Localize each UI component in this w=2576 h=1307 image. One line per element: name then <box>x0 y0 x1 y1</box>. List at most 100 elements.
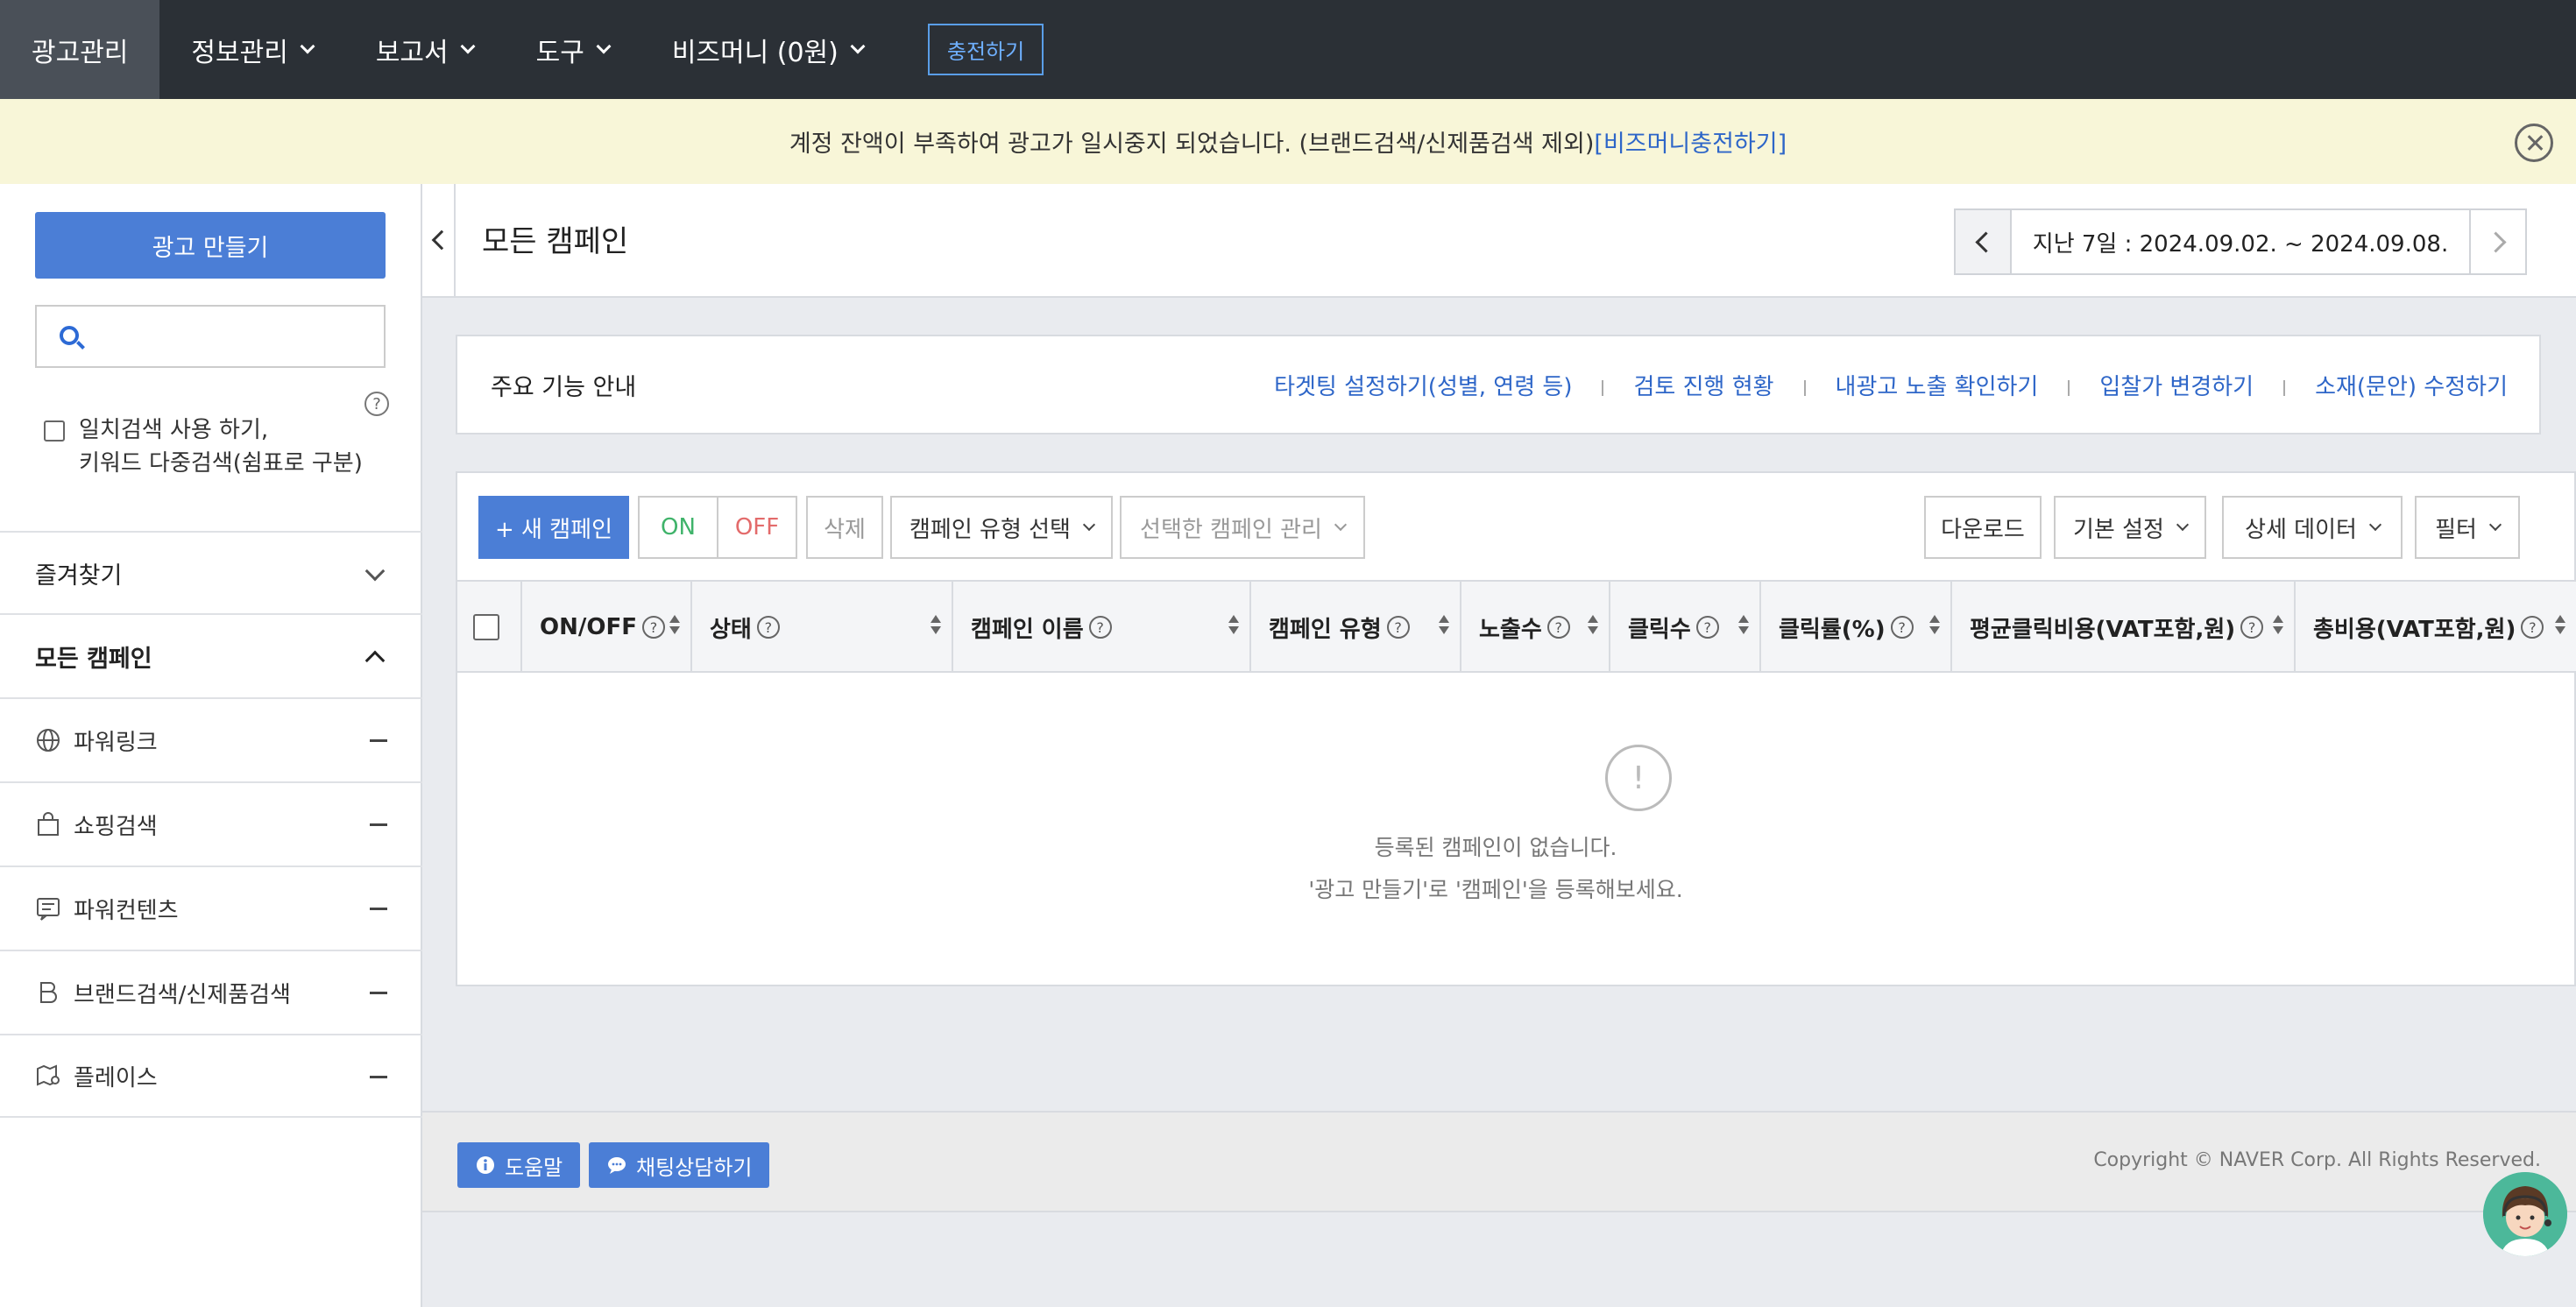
collapse-icon[interactable] <box>370 823 387 826</box>
guide-link-targeting[interactable]: 타겟팅 설정하기(성별, 연령 등) <box>1274 369 1572 401</box>
content-icon <box>37 898 60 921</box>
new-campaign-button[interactable]: + 새 캠페인 <box>478 496 629 559</box>
sort-icon[interactable] <box>1588 615 1598 638</box>
sidebar-item-shopping[interactable]: 쇼핑검색 <box>0 781 422 865</box>
sidebar-item-label: 파워링크 <box>74 729 158 756</box>
nav-reports[interactable]: 보고서 <box>344 0 505 99</box>
guide-link-ad-exposure[interactable]: 내광고 노출 확인하기 <box>1836 369 2039 401</box>
chevron-down-icon <box>596 39 612 53</box>
column-clicks[interactable]: 클릭수? <box>1610 582 1761 673</box>
chatbot-avatar-icon[interactable] <box>2483 1172 2567 1256</box>
on-button[interactable]: ON <box>638 496 718 559</box>
separator <box>2283 380 2286 396</box>
help-icon[interactable]: ? <box>1546 616 1570 639</box>
chevron-down-icon <box>1334 518 1348 532</box>
sidebar-item-place[interactable]: 플레이스 <box>0 1034 422 1118</box>
create-ad-button[interactable]: 광고 만들기 <box>35 212 386 279</box>
map-icon <box>37 1064 60 1086</box>
nav-label: 비즈머니 (0원) <box>671 37 839 68</box>
empty-state: ! 등록된 캠페인이 없습니다. '광고 만들기'로 '캠페인'을 등록해보세요… <box>457 673 2576 986</box>
page-title: 모든 캠페인 <box>482 224 629 259</box>
manage-selected-select[interactable]: 선택한 캠페인 관리 <box>1120 496 1365 559</box>
help-icon[interactable]: ? <box>2240 616 2264 639</box>
collapse-icon[interactable] <box>370 908 387 910</box>
sidebar-toggle[interactable] <box>422 184 456 298</box>
help-icon[interactable]: ? <box>2521 616 2544 639</box>
guide-link-bid-change[interactable]: 입찰가 변경하기 <box>2099 369 2254 401</box>
bizmoney-charge-link[interactable]: [비즈머니충전하기] <box>1594 124 1787 159</box>
column-onoff[interactable]: ON/OFF? <box>522 582 692 673</box>
nav-info-management[interactable]: 정보관리 <box>159 0 343 99</box>
column-impressions[interactable]: 노출수? <box>1461 582 1610 673</box>
select-all-checkbox[interactable] <box>473 614 499 640</box>
exact-search-option: 일치검색 사용 하기, 키워드 다중검색(쉼표로 구분) <box>44 417 363 480</box>
sidebar-all-campaigns[interactable]: 모든 캠페인 <box>0 613 422 697</box>
help-icon[interactable]: ? <box>1386 616 1410 639</box>
date-next-button[interactable] <box>2469 210 2525 273</box>
nav-tools[interactable]: 도구 <box>505 0 640 99</box>
help-icon[interactable]: ? <box>641 616 665 639</box>
sort-icon[interactable] <box>931 615 941 638</box>
help-icon[interactable]: ? <box>1088 616 1112 639</box>
campaign-type-select[interactable]: 캠페인 유형 선택 <box>890 496 1113 559</box>
column-status[interactable]: 상태? <box>692 582 953 673</box>
guide-link-edit-creative[interactable]: 소재(문안) 수정하기 <box>2315 369 2508 401</box>
copyright: Copyright © NAVER Corp. All Rights Reser… <box>2093 1149 2541 1171</box>
search-field[interactable] <box>35 305 386 368</box>
delete-button[interactable]: 삭제 <box>806 496 883 559</box>
sidebar-item-label: 쇼핑검색 <box>74 813 158 840</box>
help-icon[interactable]: ? <box>1890 616 1914 639</box>
basic-settings-select[interactable]: 기본 설정 <box>2054 496 2206 559</box>
nav-label: 보고서 <box>375 37 449 68</box>
column-campaign-type[interactable]: 캠페인 유형? <box>1251 582 1461 673</box>
chevron-down-icon <box>364 561 386 582</box>
column-ctr[interactable]: 클릭률(%)? <box>1761 582 1952 673</box>
sort-icon[interactable] <box>1929 615 1940 638</box>
help-button[interactable]: 도움말 <box>457 1142 581 1188</box>
help-icon[interactable]: ? <box>364 392 389 416</box>
column-campaign-name[interactable]: 캠페인 이름? <box>953 582 1251 673</box>
chevron-down-icon <box>2176 518 2190 532</box>
exact-search-checkbox[interactable] <box>44 420 65 442</box>
close-icon[interactable] <box>2515 124 2553 162</box>
sort-icon[interactable] <box>1439 615 1449 638</box>
sort-icon[interactable] <box>2555 615 2565 638</box>
sort-icon[interactable] <box>1738 615 1749 638</box>
chevron-down-icon <box>2488 518 2502 532</box>
main-header: 모든 캠페인 지난 7일 : 2024.09.02. ~ 2024.09.08. <box>422 184 2576 298</box>
column-total-cost[interactable]: 총비용(VAT포함,원)? <box>2296 582 2576 673</box>
sidebar-item-label: 플레이스 <box>74 1064 158 1092</box>
sidebar-item-brandsearch[interactable]: 브랜드검색/신제품검색 <box>0 950 422 1034</box>
sidebar-item-powercontents[interactable]: 파워컨텐츠 <box>0 865 422 950</box>
sidebar-favorites[interactable]: 즐겨찾기 <box>0 531 422 613</box>
favorites-label: 즐겨찾기 <box>35 562 123 590</box>
nav-bizmoney[interactable]: 비즈머니 (0원) <box>640 0 895 99</box>
collapse-icon[interactable] <box>370 1076 387 1078</box>
sort-icon[interactable] <box>2273 615 2283 638</box>
download-button[interactable]: 다운로드 <box>1924 496 2042 559</box>
charge-button[interactable]: 충전하기 <box>927 24 1044 75</box>
collapse-icon[interactable] <box>370 739 387 742</box>
sort-icon[interactable] <box>669 615 680 638</box>
detail-data-select[interactable]: 상세 데이터 <box>2222 496 2403 559</box>
date-range-text[interactable]: 지난 7일 : 2024.09.02. ~ 2024.09.08. <box>2012 226 2469 258</box>
help-icon[interactable]: ? <box>756 616 780 639</box>
sidebar-item-powerlink[interactable]: 파워링크 <box>0 697 422 781</box>
collapse-icon[interactable] <box>370 992 387 994</box>
sidebar-item-label: 브랜드검색/신제품검색 <box>74 981 291 1008</box>
guide-link-review-status[interactable]: 검토 진행 현황 <box>1633 369 1773 401</box>
help-icon[interactable]: ? <box>1695 616 1719 639</box>
off-button[interactable]: OFF <box>717 496 797 559</box>
chat-consult-button[interactable]: 채팅상담하기 <box>589 1142 770 1188</box>
date-prev-button[interactable] <box>1956 210 2012 273</box>
nav-ad-management[interactable]: 광고관리 <box>0 0 160 99</box>
detail-data-label: 상세 데이터 <box>2245 516 2357 543</box>
search-input[interactable] <box>98 315 370 359</box>
separator <box>1803 380 1806 396</box>
sidebar-item-label: 파워컨텐츠 <box>74 897 179 924</box>
sort-icon[interactable] <box>1228 615 1239 638</box>
campaign-table-panel: + 새 캠페인 ON OFF 삭제 캠페인 유형 선택 선택한 캠페인 관리 다… <box>456 471 2576 986</box>
filter-select[interactable]: 필터 <box>2415 496 2520 559</box>
column-avg-cpc[interactable]: 평균클릭비용(VAT포함,원)? <box>1952 582 2296 673</box>
chevron-down-icon <box>300 39 315 53</box>
